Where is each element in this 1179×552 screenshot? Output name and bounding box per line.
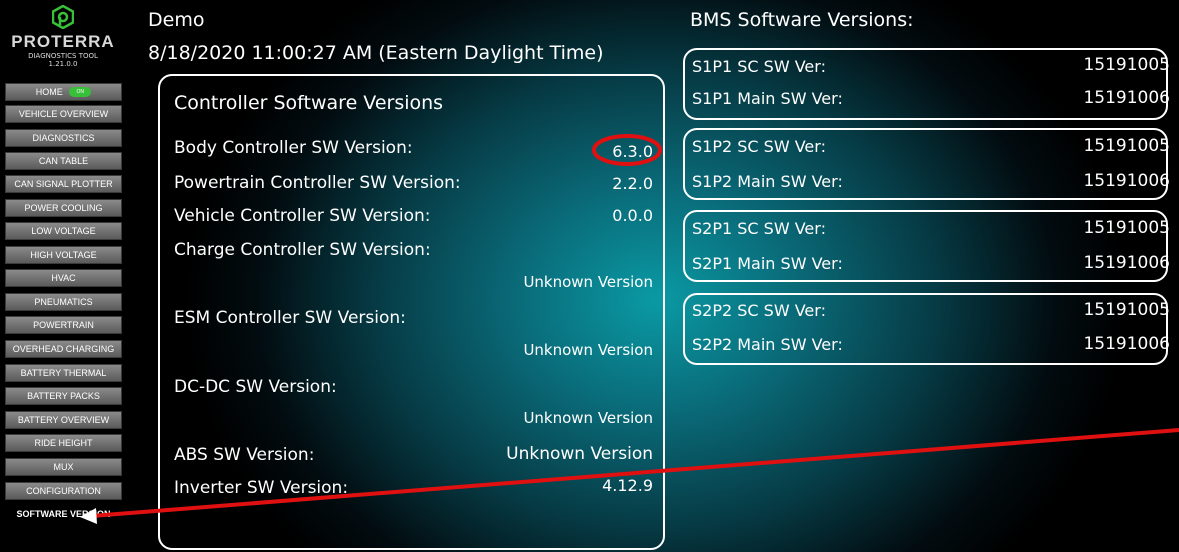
nav-power-cooling[interactable]: POWER COOLING: [5, 199, 122, 217]
s1p1-sc-label: S1P1 SC SW Ver:: [692, 57, 826, 76]
s1p1-sc-value: 15191005: [1083, 55, 1170, 75]
esm-controller-label: ESM Controller SW Version:: [174, 308, 406, 328]
s1p1-main-value: 15191006: [1083, 88, 1170, 108]
nav-battery-thermal[interactable]: BATTERY THERMAL: [5, 364, 122, 382]
s2p2-main-label: S2P2 Main SW Ver:: [692, 335, 843, 354]
s1p2-sc-value: 15191005: [1083, 136, 1170, 156]
nav-diagnostics[interactable]: DIAGNOSTICS: [5, 129, 122, 147]
charge-controller-value: Unknown Version: [523, 273, 653, 291]
datetime-display: 8/18/2020 11:00:27 AM (Eastern Daylight …: [148, 42, 604, 64]
nav-software-version[interactable]: SOFTWARE VERSION: [5, 505, 122, 523]
body-controller-label: Body Controller SW Version:: [174, 138, 413, 158]
s2p1-sc-value: 15191005: [1083, 218, 1170, 238]
proterra-logo-icon: [52, 5, 74, 29]
dcdc-value: Unknown Version: [523, 409, 653, 427]
s2p1-sc-label: S2P1 SC SW Ver:: [692, 219, 826, 238]
vehicle-name: Demo: [148, 9, 205, 31]
body-controller-value: 6.3.0: [612, 142, 653, 161]
nav-powertrain[interactable]: POWERTRAIN: [5, 316, 122, 334]
powertrain-controller-label: Powertrain Controller SW Version:: [174, 173, 461, 193]
charge-controller-label: Charge Controller SW Version:: [174, 240, 431, 260]
nav-battery-packs[interactable]: BATTERY PACKS: [5, 387, 122, 405]
sidebar: PROTERRA DIAGNOSTICS TOOL 1.21.0.0 HOME …: [0, 0, 126, 552]
inverter-value: 4.12.9: [602, 476, 653, 495]
vehicle-controller-value: 0.0.0: [612, 206, 653, 225]
nav-can-table[interactable]: CAN TABLE: [5, 152, 122, 170]
s2p2-main-value: 15191006: [1083, 334, 1170, 354]
s2p2-sc-label: S2P2 SC SW Ver:: [692, 301, 826, 320]
nav-pneumatics[interactable]: PNEUMATICS: [5, 293, 122, 311]
nav-low-voltage[interactable]: LOW VOLTAGE: [5, 222, 122, 240]
s2p2-sc-value: 15191005: [1083, 300, 1170, 320]
nav-configuration[interactable]: CONFIGURATION: [5, 482, 122, 500]
nav-mux[interactable]: MUX: [5, 458, 122, 476]
abs-value: Unknown Version: [506, 444, 653, 464]
s1p2-sc-label: S1P2 SC SW Ver:: [692, 137, 826, 156]
main-panel: Demo 8/18/2020 11:00:27 AM (Eastern Dayl…: [126, 0, 1179, 552]
nav-high-voltage[interactable]: HIGH VOLTAGE: [5, 246, 122, 264]
nav-battery-overview[interactable]: BATTERY OVERVIEW: [5, 411, 122, 429]
nav-overhead-charging[interactable]: OVERHEAD CHARGING: [5, 340, 122, 358]
s1p2-main-label: S1P2 Main SW Ver:: [692, 172, 843, 191]
s2p1-main-label: S2P1 Main SW Ver:: [692, 254, 843, 273]
nav-vehicle-overview[interactable]: VEHICLE OVERVIEW: [5, 105, 122, 123]
home-status-toggle[interactable]: ON: [69, 86, 92, 97]
abs-label: ABS SW Version:: [174, 445, 315, 465]
s1p1-main-label: S1P1 Main SW Ver:: [692, 89, 843, 108]
dcdc-label: DC-DC SW Version:: [174, 377, 337, 397]
nav-ride-height[interactable]: RIDE HEIGHT: [5, 434, 122, 452]
bms-section-title: BMS Software Versions:: [690, 9, 914, 31]
inverter-label: Inverter SW Version:: [174, 478, 349, 498]
tool-version: 1.21.0.0: [48, 60, 78, 68]
nav-hvac[interactable]: HVAC: [5, 269, 122, 287]
s1p2-main-value: 15191006: [1083, 171, 1170, 191]
nav-home-button[interactable]: HOME ON: [5, 83, 122, 101]
nav-can-signal-plotter[interactable]: CAN SIGNAL PLOTTER: [5, 175, 122, 193]
tool-name: DIAGNOSTICS TOOL: [28, 52, 98, 60]
powertrain-controller-value: 2.2.0: [612, 174, 653, 193]
esm-controller-value: Unknown Version: [523, 341, 653, 359]
brand-name: PROTERRA: [11, 32, 115, 51]
vehicle-controller-label: Vehicle Controller SW Version:: [174, 206, 431, 226]
nav-home-label: HOME: [35, 87, 63, 97]
s2p1-main-value: 15191006: [1083, 253, 1170, 273]
controller-panel-title: Controller Software Versions: [174, 92, 444, 114]
